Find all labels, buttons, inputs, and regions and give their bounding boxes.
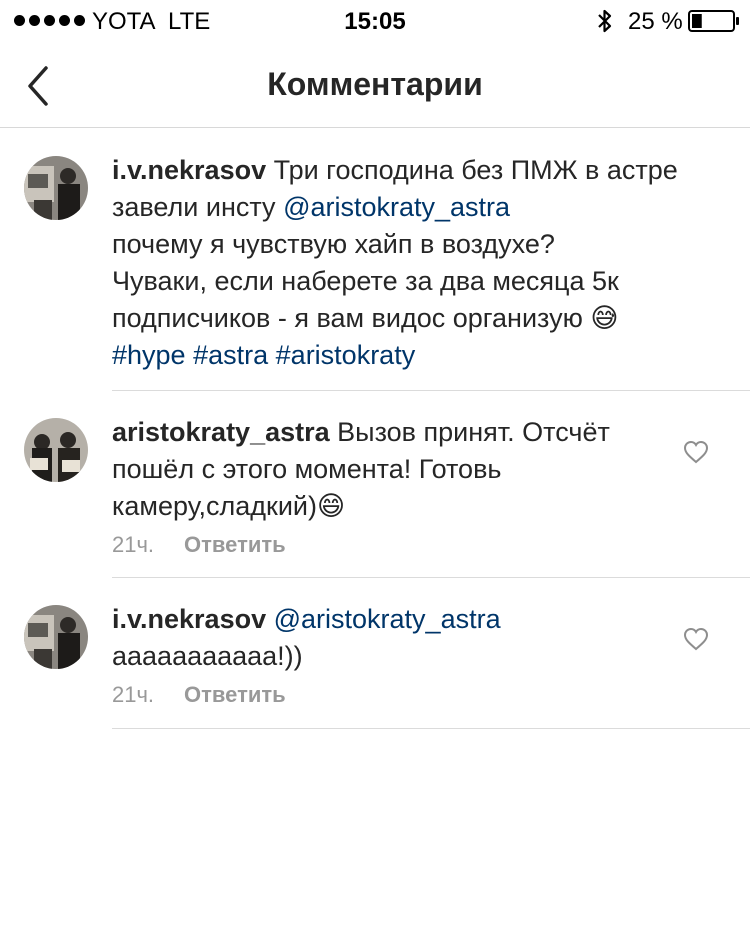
- comment-text: подписчиков - я вам видос организую: [112, 303, 583, 333]
- status-bar: YOTA LTE 15:05 25 %: [0, 0, 750, 40]
- comment-text: Чуваки, если наберете за два месяца 5к: [112, 266, 619, 296]
- heart-icon[interactable]: [683, 627, 709, 651]
- emoji: 😄: [317, 491, 346, 521]
- reply-button[interactable]: Ответить: [184, 682, 286, 707]
- comment-text: Три господина без ПМЖ в астре: [273, 155, 678, 185]
- comment-time: 21ч.: [112, 682, 155, 707]
- divider: [112, 577, 750, 578]
- mention-link[interactable]: @aristokraty_astra: [283, 192, 510, 222]
- comment-time: 21ч.: [112, 532, 155, 557]
- hashtag-link[interactable]: #hype: [112, 340, 186, 370]
- comment-body: i.v.nekrasov @aristokraty_astra аааааааа…: [112, 601, 501, 675]
- username-link[interactable]: aristokraty_astra: [112, 417, 330, 447]
- mention-link[interactable]: @aristokraty_astra: [274, 604, 501, 634]
- battery-icon: [688, 10, 739, 32]
- avatar[interactable]: [24, 605, 88, 669]
- comment-text: Вызов принят. Отсчёт: [337, 417, 610, 447]
- avatar[interactable]: [24, 418, 88, 482]
- nav-bar: Комментарии: [0, 40, 750, 128]
- hashtag-link[interactable]: #astra: [193, 340, 268, 370]
- page-title: Комментарии: [267, 66, 483, 102]
- divider: [112, 390, 750, 391]
- comment-text: ааааааааааа!)): [112, 641, 303, 671]
- comment-text: пошёл с этого момента! Готовь: [112, 454, 502, 484]
- username-link[interactable]: i.v.nekrasov: [112, 604, 266, 634]
- reply-button[interactable]: Ответить: [184, 532, 286, 557]
- comment-text: почему я чувствую хайп в воздухе?: [112, 229, 555, 259]
- heart-icon[interactable]: [683, 440, 709, 464]
- battery-percent: 25 %: [628, 8, 683, 35]
- hashtag-link[interactable]: #aristokraty: [276, 340, 416, 370]
- comment-meta: 21ч. Ответить: [112, 682, 286, 708]
- comment-meta: 21ч. Ответить: [112, 532, 286, 558]
- emoji: 😅: [590, 303, 619, 333]
- bluetooth-icon: [598, 9, 612, 33]
- comment-text: камеру,сладкий): [112, 491, 318, 521]
- divider: [112, 728, 750, 729]
- comment-text: завели инсту: [112, 192, 276, 222]
- username-link[interactable]: i.v.nekrasov: [112, 155, 266, 185]
- avatar[interactable]: [24, 156, 88, 220]
- comment-body: i.v.nekrasov Три господина без ПМЖ в аст…: [112, 152, 678, 374]
- comment-body: aristokraty_astra Вызов принят. Отсчёт п…: [112, 414, 610, 525]
